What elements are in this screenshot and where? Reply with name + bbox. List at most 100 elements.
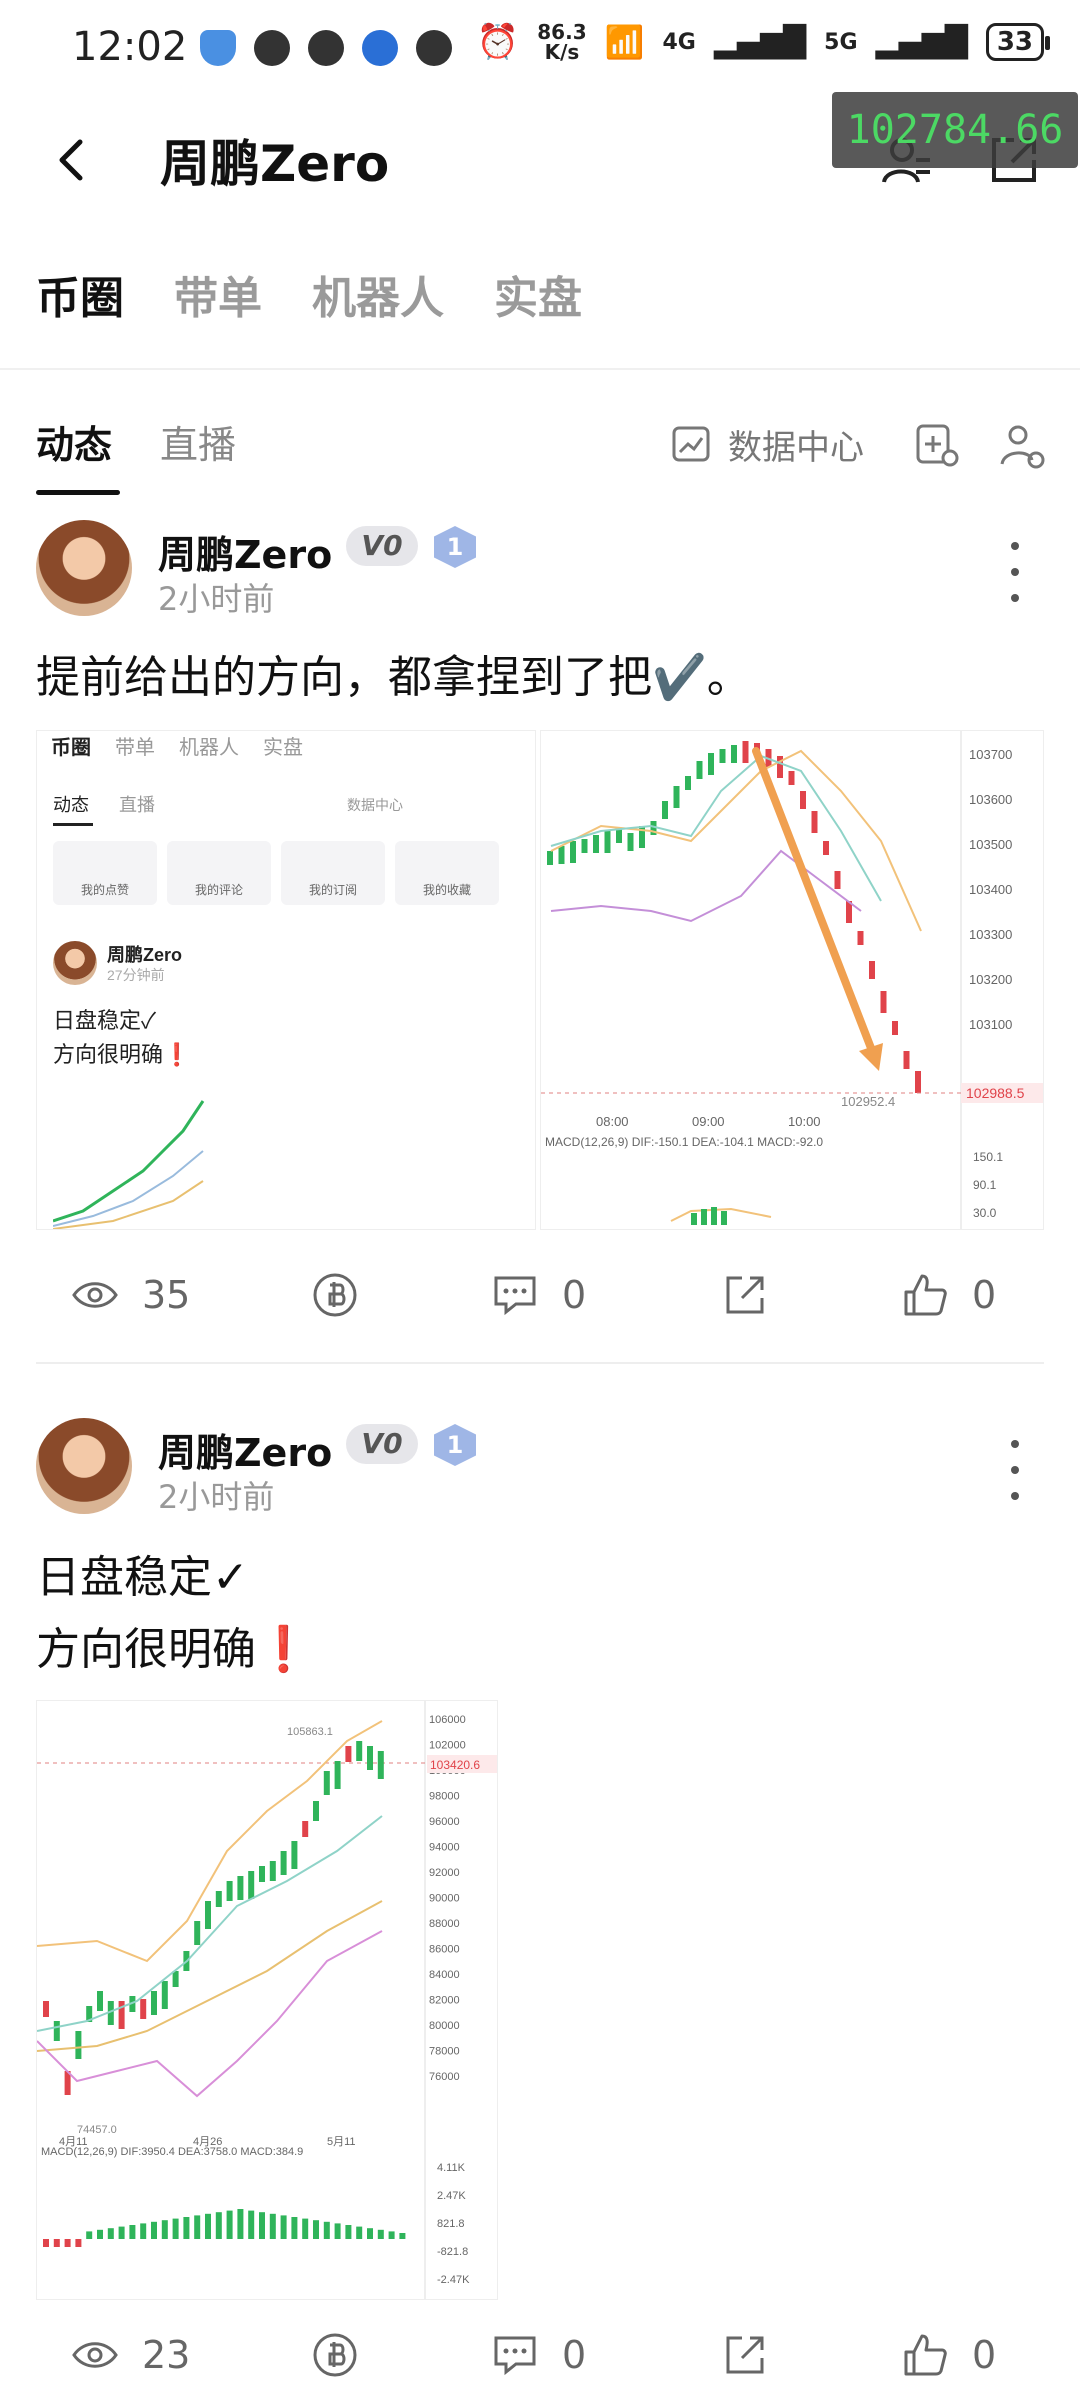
share-button[interactable] [720, 1270, 770, 1320]
svg-text:105863.1: 105863.1 [287, 1726, 333, 1738]
candle [915, 1071, 921, 1093]
app-icon [254, 30, 290, 66]
y-tick-label: 106000 [429, 1714, 466, 1726]
candle [118, 2001, 125, 2029]
share-icon [726, 2336, 764, 2374]
like-button[interactable]: 0 [900, 1270, 996, 1320]
avatar[interactable] [36, 1418, 132, 1514]
user-settings-icon[interactable] [996, 420, 1046, 470]
svg-text:102988.5: 102988.5 [966, 1085, 1025, 1101]
wifi-icon: 📶 [604, 23, 645, 61]
candle [708, 753, 714, 775]
comment-icon [494, 1276, 536, 1316]
post-author[interactable]: 周鹏Zero [158, 1422, 332, 1477]
share-button[interactable] [720, 2330, 770, 2380]
views-count: 23 [142, 2333, 191, 2377]
tab-live-trading[interactable]: 实盘 [494, 262, 582, 326]
tab-robot[interactable]: 机器人 [312, 262, 444, 326]
shield-icon [200, 30, 236, 66]
y-tick-label: 84000 [429, 1969, 460, 1981]
coin-icon [313, 1273, 357, 1317]
candle [547, 851, 553, 865]
candle [226, 1881, 233, 1901]
avatar[interactable] [36, 520, 132, 616]
price-overlay: 102784.66 [832, 92, 1078, 168]
y-tick-label: 78000 [429, 2046, 460, 2058]
sub-tabs: 动态 直播 [36, 414, 236, 469]
candle [811, 811, 818, 833]
tab-crypto[interactable]: 币圈 [36, 262, 124, 326]
divider [0, 368, 1080, 370]
x-tick-label: 10:00 [788, 1114, 821, 1129]
post-stats: 23 0 0 [0, 2330, 1080, 2400]
macd-bar [291, 2217, 298, 2239]
y-tick-label: 103200 [969, 972, 1012, 987]
back-button[interactable] [44, 130, 104, 190]
macd-bar [205, 2213, 211, 2239]
macd-bar [161, 2220, 168, 2239]
macd-bar [53, 2239, 60, 2247]
thumb-tabs: 币圈 带单 机器人 实盘 [51, 737, 303, 759]
x-tick-label: 08:00 [596, 1114, 629, 1129]
y-tick-label: 94000 [429, 1842, 460, 1854]
macd-bar [334, 2223, 341, 2239]
tab-copy-trading[interactable]: 带单 [174, 262, 262, 326]
macd-bar [107, 2228, 114, 2239]
battery-icon: 33 [985, 23, 1051, 61]
y-tick-label: 90000 [429, 1893, 460, 1905]
macd-tick-label: 90.1 [973, 1178, 997, 1192]
tab-feed[interactable]: 动态 [36, 414, 112, 469]
like-button[interactable]: 0 [900, 2330, 996, 2380]
y-tick-label: 86000 [429, 1944, 460, 1956]
candle [581, 839, 588, 853]
candle [280, 1851, 287, 1875]
candle [742, 741, 749, 763]
macd-bar [86, 2231, 93, 2239]
candle [291, 1841, 298, 1869]
y-tick-label: 92000 [429, 1867, 460, 1879]
globe-icon [362, 30, 398, 66]
candle [161, 1981, 168, 2009]
macd-bar [280, 2215, 287, 2239]
candle [685, 776, 691, 790]
candle [140, 1999, 147, 2019]
macd-bar [248, 2210, 255, 2239]
price-chart-thumb: 103700 103600 103500 103400 103300 103200 1031… [541, 731, 1043, 1229]
macd-bar [399, 2233, 406, 2239]
tip-button[interactable] [310, 1270, 360, 1320]
comment-button[interactable]: 0 [490, 2330, 586, 2380]
thumb-actions: 我的点赞 我的评论 我的订阅 我的收藏 [53, 841, 499, 905]
macd-tick-label: 2.47K [437, 2190, 466, 2202]
candle [558, 846, 565, 864]
macd-bar [183, 2217, 190, 2239]
candle [731, 745, 737, 763]
candle [857, 931, 864, 945]
status-time: 12:02 [72, 24, 188, 70]
candle [570, 841, 576, 863]
svg-text:MACD(12,26,9) DIF:3950.4 DEA:3: MACD(12,26,9) DIF:3950.4 DEA:3758.0 MACD… [41, 2146, 303, 2158]
tip-button[interactable] [310, 2330, 360, 2380]
comment-button[interactable]: 0 [490, 1270, 586, 1320]
macd-bar [356, 2226, 363, 2239]
post-image[interactable]: 币圈 带单 机器人 实盘 动态 直播 数据中心 我的点赞 我的评论 我的订阅 我… [36, 730, 536, 1230]
status-bar: 12:02 ⏰ 86.3 K/s 📶 4G ▂▄▆█ 5G ▂▄▆█ 33 [0, 0, 1080, 100]
more-options-icon[interactable] [1000, 1440, 1030, 1500]
chart-edit-icon [672, 426, 710, 461]
macd-bar [226, 2210, 233, 2239]
post-author[interactable]: 周鹏Zero [158, 524, 332, 579]
macd-bar [97, 2229, 103, 2239]
post-image[interactable]: 1060001020001000009800096000940009200090… [36, 1700, 498, 2300]
more-options-icon[interactable] [1000, 542, 1030, 602]
candle [97, 1991, 103, 2011]
add-post-icon[interactable] [912, 420, 962, 470]
post-image[interactable]: 103700 103600 103500 103400 103300 103200 1031… [540, 730, 1044, 1230]
tab-live[interactable]: 直播 [160, 414, 236, 469]
candle [377, 1751, 384, 1779]
data-center-button[interactable]: 数据中心 [670, 420, 864, 469]
candle [259, 1866, 265, 1882]
post-text-line1: 日盘稳定✓ [36, 1552, 249, 1603]
x-tick-label: 09:00 [692, 1114, 725, 1129]
candle [788, 771, 795, 785]
coin-icon [313, 2333, 357, 2377]
candle [616, 829, 622, 843]
